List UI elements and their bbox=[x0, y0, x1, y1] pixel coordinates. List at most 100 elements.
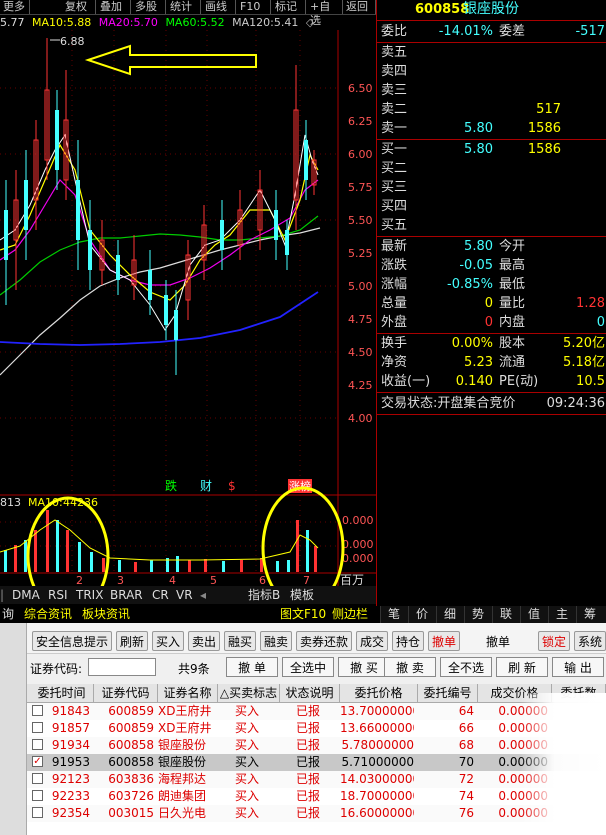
event-mark-finance[interactable]: 财 bbox=[200, 479, 212, 493]
table-row[interactable]: 91843600859XD王府井买入已报13.70000000640.00000 bbox=[0, 703, 606, 720]
tab-rsi[interactable]: RSI bbox=[48, 586, 68, 604]
code-input[interactable] bbox=[88, 658, 156, 676]
tab-dma[interactable]: DMA bbox=[12, 586, 40, 604]
table-row[interactable]: 91934600858银座股份买入已报5.78000000680.00000 bbox=[0, 737, 606, 754]
toolbar-draw-line-button[interactable]: 画线 bbox=[202, 0, 236, 14]
col-side[interactable]: △买卖标志 bbox=[218, 684, 280, 702]
select-all-button[interactable]: 全选中 bbox=[282, 657, 334, 677]
table-row[interactable]: 92123603836海程邦达买入已报14.03000000720.00000 bbox=[0, 771, 606, 788]
cancel-buy-button[interactable]: 撤 买 bbox=[338, 657, 390, 677]
toolbar-multi-stock-button[interactable]: 多股 bbox=[132, 0, 166, 14]
col-time[interactable]: 委托时间 bbox=[30, 684, 94, 702]
cell-side: 买入 bbox=[234, 704, 259, 718]
tab-sidebar[interactable]: 侧边栏 bbox=[330, 606, 370, 623]
tab-trend[interactable]: 势 bbox=[464, 606, 491, 623]
col-code[interactable]: 证券代码 bbox=[94, 684, 158, 702]
weicha-value: -517 bbox=[575, 24, 605, 39]
indicator-tabs-scroll-left[interactable]: | bbox=[0, 586, 8, 604]
col-status[interactable]: 状态说明 bbox=[280, 684, 340, 702]
cancel-order-tab[interactable]: 撤单 bbox=[428, 631, 460, 651]
kline-chart[interactable]: 6.88 6.50 6.25 6.00 5.75 5.50 5.25 5.00 … bbox=[0, 30, 376, 586]
tab-graphic-f10[interactable]: 图文F10 bbox=[278, 606, 328, 623]
ma10-value: 5.88 bbox=[66, 16, 92, 29]
buy2-label: 买二 bbox=[381, 161, 408, 176]
tab-general-news[interactable]: 综合资讯 bbox=[22, 606, 74, 623]
table-row[interactable]: 92233603726朗迪集团买入已报18.70000000740.00000 bbox=[0, 788, 606, 805]
event-mark-dollar[interactable]: $ bbox=[228, 479, 236, 493]
trade-panel: 安全信息提示 刷新 买入 卖出 融买 融卖 卖券还款 成交 持仓 撤单 撤单 锁… bbox=[0, 623, 606, 835]
tab-brar[interactable]: BRAR bbox=[110, 586, 143, 604]
cell-code: 003015 bbox=[108, 806, 154, 820]
col-price[interactable]: 委托价格 bbox=[340, 684, 418, 702]
refresh-button[interactable]: 刷新 bbox=[116, 631, 148, 651]
buy-button[interactable]: 买入 bbox=[152, 631, 184, 651]
refresh-list-button[interactable]: 刷 新 bbox=[496, 657, 548, 677]
deals-button[interactable]: 成交 bbox=[356, 631, 388, 651]
inner-label: 内盘 bbox=[499, 315, 526, 330]
tab-value[interactable]: 值 bbox=[520, 606, 547, 623]
buy1-price[interactable]: 5.80 bbox=[464, 140, 493, 159]
toolbar-back-button[interactable]: 返回 bbox=[343, 0, 376, 14]
tab-tick[interactable]: 笔 bbox=[380, 606, 407, 623]
indicator-tabs-scroll-icon[interactable]: ◂ bbox=[200, 586, 206, 604]
weibi-label: 委比 bbox=[381, 24, 408, 39]
table-row[interactable]: ✓91953600858银座股份买入已报5.71000000700.00000 bbox=[0, 754, 606, 771]
export-button[interactable]: 输 出 bbox=[552, 657, 604, 677]
deselect-all-button[interactable]: 全不选 bbox=[440, 657, 492, 677]
outer-label: 外盘 bbox=[381, 315, 408, 330]
tab-price[interactable]: 价 bbox=[408, 606, 435, 623]
price-tick: 4.25 bbox=[348, 379, 373, 392]
tab-chips[interactable]: 筹 bbox=[576, 606, 603, 623]
cell-no: 76 bbox=[458, 806, 474, 820]
price-grid bbox=[0, 87, 338, 547]
table-row[interactable]: 92354003015日久光电买入已报16.60000000760.00000 bbox=[0, 805, 606, 822]
low-label: 最低 bbox=[499, 277, 526, 292]
tab-detail[interactable]: 细 bbox=[436, 606, 463, 623]
toolbar-mark-button[interactable]: 标记 bbox=[272, 0, 306, 14]
col-order-no[interactable]: 委托编号 bbox=[418, 684, 478, 702]
tab-cr[interactable]: CR bbox=[152, 586, 169, 604]
cell-side: 买入 bbox=[234, 738, 259, 752]
indicator-tabs: | DMA RSI TRIX BRAR CR VR ◂ 指标B 模板 bbox=[0, 586, 376, 604]
cell-side: 买入 bbox=[234, 772, 259, 786]
cell-price: 16.60000000 bbox=[340, 806, 414, 820]
tab-trix[interactable]: TRIX bbox=[76, 586, 103, 604]
tab-vr[interactable]: VR bbox=[176, 586, 193, 604]
col-name[interactable]: 证券名称 bbox=[158, 684, 218, 702]
tab-sector-news[interactable]: 板块资讯 bbox=[80, 606, 132, 623]
price-tick: 4.50 bbox=[348, 346, 373, 359]
toolbar-overlay-button[interactable]: 叠加 bbox=[97, 0, 131, 14]
tab-template[interactable]: 模板 bbox=[290, 586, 314, 604]
volume-tick: 0.000 bbox=[342, 538, 374, 551]
event-mark-drop[interactable]: 跌 bbox=[165, 478, 177, 493]
positions-button[interactable]: 持仓 bbox=[392, 631, 424, 651]
outer-value: 0 bbox=[484, 315, 493, 330]
cancel-button[interactable]: 撤 单 bbox=[226, 657, 278, 677]
tab-indicator-b[interactable]: 指标B bbox=[248, 586, 280, 604]
toolbar-f10-button[interactable]: F10 bbox=[237, 0, 271, 14]
toolbar-add-watchlist-button[interactable]: +自选 bbox=[307, 0, 343, 27]
sell-repay-button[interactable]: 卖券还款 bbox=[296, 631, 352, 651]
cancel-sell-button[interactable]: 撤 卖 bbox=[384, 657, 436, 677]
price-tick: 6.50 bbox=[348, 82, 373, 95]
volume-bars bbox=[4, 510, 317, 572]
shares-label: 股本 bbox=[499, 336, 526, 351]
cell-price: 13.66000000 bbox=[340, 721, 414, 735]
security-info-button[interactable]: 安全信息提示 bbox=[32, 631, 112, 651]
toolbar-more-button[interactable]: 更多 bbox=[0, 0, 30, 14]
sell1-price[interactable]: 5.80 bbox=[464, 119, 493, 138]
tab-linked[interactable]: 联 bbox=[492, 606, 519, 623]
toolbar-restore-rights-button[interactable]: 复权 bbox=[62, 0, 96, 14]
system-button[interactable]: 系统 bbox=[574, 631, 606, 651]
ma5-line bbox=[0, 133, 319, 331]
tab-main[interactable]: 主 bbox=[548, 606, 575, 623]
sell-button[interactable]: 卖出 bbox=[188, 631, 220, 651]
table-row[interactable]: 91857600859XD王府井买入已报13.66000000660.00000 bbox=[0, 720, 606, 737]
ma20-line bbox=[0, 179, 319, 286]
margin-sell-button[interactable]: 融卖 bbox=[260, 631, 292, 651]
toolbar-statistics-button[interactable]: 统计 bbox=[167, 0, 201, 14]
margin-buy-button[interactable]: 融买 bbox=[224, 631, 256, 651]
cell-time: 92233 bbox=[51, 789, 90, 803]
tab-inquiry[interactable]: 询 bbox=[0, 606, 16, 623]
lock-button[interactable]: 锁定 bbox=[538, 631, 570, 651]
